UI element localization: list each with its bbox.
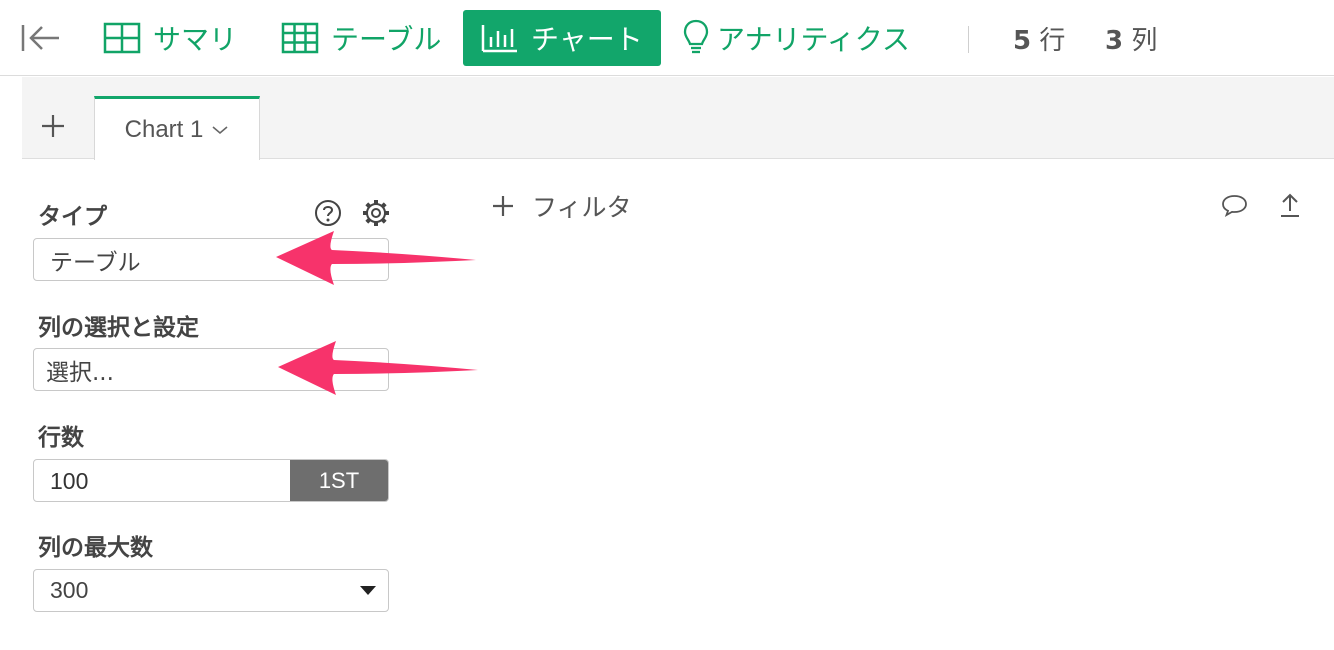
annotation-arrow-icon [276, 231, 476, 285]
chevron-down-icon [212, 125, 228, 134]
top-toolbar: サマリ テーブル チャート アナリティクス 5 行 3 列 [0, 0, 1334, 76]
type-label: タイプ [38, 204, 107, 230]
columns-placeholder: 選択... [46, 359, 114, 386]
table-icon [281, 22, 319, 54]
toolbar-divider [968, 26, 969, 53]
gear-icon[interactable] [361, 198, 391, 228]
chart-type-value: テーブル [50, 249, 141, 276]
lightbulb-icon [683, 19, 709, 54]
rows-label: 行数 [38, 425, 84, 451]
grid-icon [103, 22, 141, 54]
max-columns-value: 300 [50, 577, 89, 603]
nav-table-label: テーブル [331, 23, 442, 56]
nav-summary-label: サマリ [153, 23, 238, 56]
rows-input-group: 100 1ST [33, 459, 389, 502]
add-filter-button[interactable]: フィルタ [492, 188, 632, 224]
comment-icon[interactable] [1221, 193, 1248, 217]
nav-analytics[interactable]: アナリティクス [683, 10, 910, 66]
max-columns-select[interactable]: 300 [33, 569, 389, 612]
nav-chart-label: チャート [531, 23, 643, 56]
dropdown-caret-icon [360, 586, 376, 595]
nav-chart[interactable]: チャート [463, 10, 661, 66]
column-count-value: 3 [1105, 26, 1124, 56]
nav-table[interactable]: テーブル [281, 10, 441, 66]
collapse-left-icon[interactable] [20, 22, 62, 54]
nav-analytics-label: アナリティクス [717, 23, 910, 56]
annotation-arrow-icon [278, 341, 478, 395]
nav-summary[interactable]: サマリ [103, 10, 237, 66]
rows-sample-button[interactable]: 1ST [290, 460, 388, 501]
column-count-unit: 列 [1131, 26, 1158, 56]
columns-label: 列の選択と設定 [38, 315, 199, 341]
row-count-unit: 行 [1039, 26, 1066, 56]
add-filter-label: フィルタ [532, 193, 632, 222]
left-gutter [0, 77, 22, 650]
rows-input[interactable]: 100 [50, 468, 88, 495]
column-count: 3 列 [1105, 20, 1157, 57]
rows-sample-button-label: 1ST [318, 467, 360, 493]
help-icon[interactable] [314, 199, 342, 227]
tab-chart-1-label: Chart 1 [124, 115, 204, 143]
bar-chart-icon [481, 25, 517, 53]
export-upload-icon[interactable] [1279, 192, 1301, 218]
row-count-value: 5 [1013, 26, 1032, 56]
tab-chart-1[interactable]: Chart 1 [94, 96, 260, 160]
plus-icon [493, 196, 513, 216]
max-columns-label: 列の最大数 [38, 535, 153, 561]
row-count: 5 行 [1013, 20, 1065, 57]
add-tab-plus-icon[interactable] [40, 113, 66, 139]
